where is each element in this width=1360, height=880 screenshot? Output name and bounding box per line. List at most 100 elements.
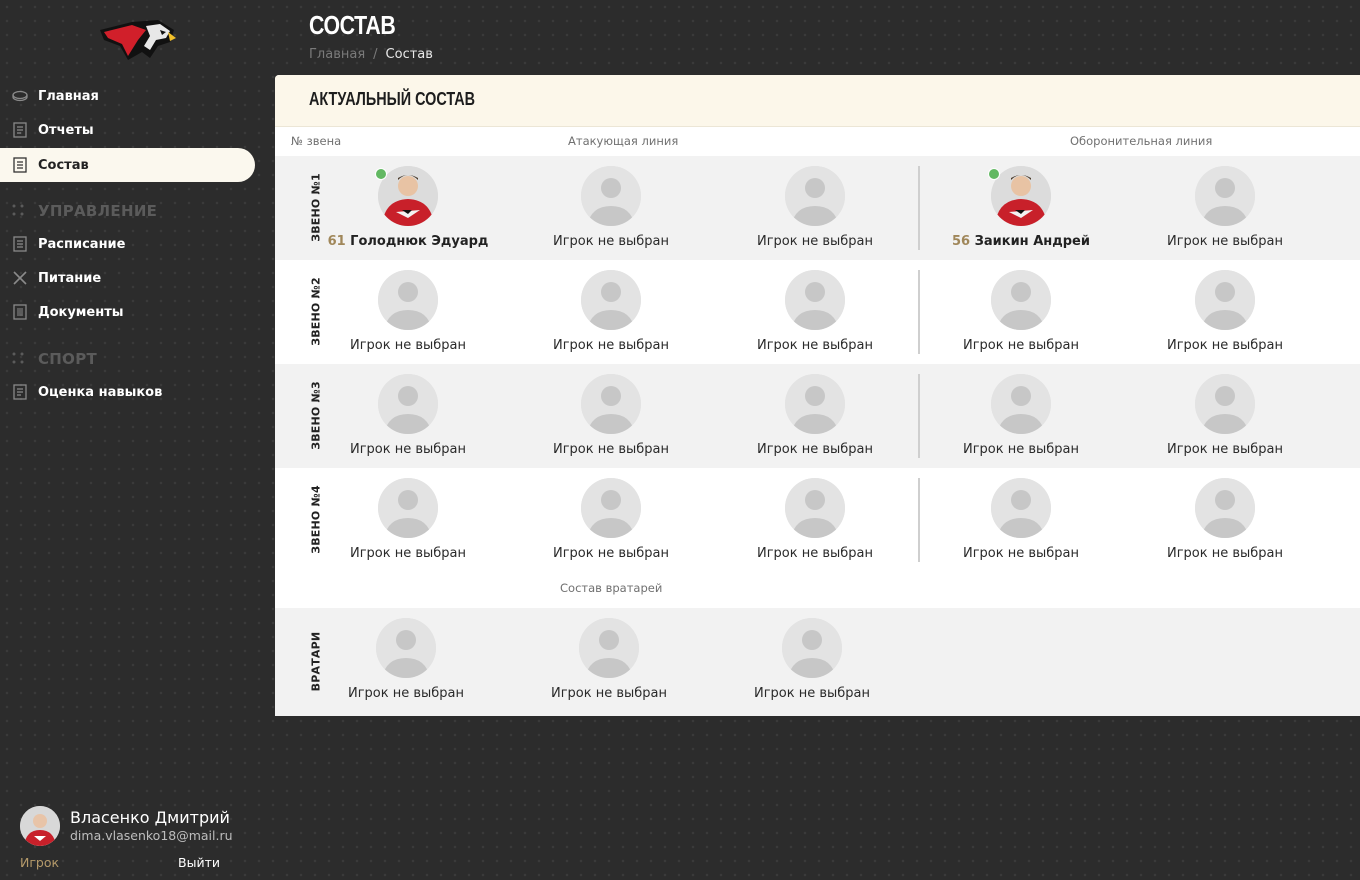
nav-item-food[interactable]: Питание — [0, 261, 255, 295]
logout-button[interactable]: Выйти — [178, 855, 220, 870]
nav-item-schedule[interactable]: Расписание — [0, 227, 255, 261]
skills-icon — [12, 384, 28, 400]
breadcrumb: Главная / Состав — [309, 47, 433, 62]
empty-slot-label: Игрок не выбран — [349, 338, 467, 353]
attack-defense-divider — [918, 478, 920, 562]
placeholder-avatar-icon — [1195, 166, 1255, 226]
empty-slot-label: Игрок не выбран — [347, 686, 465, 701]
player-slot[interactable]: 56 Заикин Андрей — [931, 166, 1111, 256]
schedule-icon — [12, 236, 28, 252]
nav-item-documents[interactable]: Документы — [0, 295, 255, 329]
nav-item-label: Главная — [38, 88, 99, 104]
empty-slot-label: Игрок не выбран — [756, 546, 874, 561]
empty-slot-label: Игрок не выбран — [1166, 546, 1284, 561]
empty-player-slot[interactable]: Игрок не выбран — [521, 166, 701, 256]
empty-slot-label: Игрок не выбран — [1166, 442, 1284, 457]
empty-slot-label: Игрок не выбран — [753, 686, 871, 701]
hockey-puck-icon — [12, 88, 28, 104]
empty-player-slot[interactable]: Игрок не выбран — [725, 478, 905, 568]
attack-defense-divider — [918, 166, 920, 250]
placeholder-avatar-icon — [991, 270, 1051, 330]
placeholder-avatar-icon — [785, 478, 845, 538]
player-slot[interactable]: 61 Голоднюк Эдуард — [318, 166, 498, 256]
placeholder-avatar-icon — [991, 374, 1051, 434]
nav-item-label: Документы — [38, 304, 124, 320]
placeholder-avatar-icon — [991, 478, 1051, 538]
placeholder-avatar-icon — [581, 478, 641, 538]
player-caption: 61 Голоднюк Эдуард — [318, 234, 498, 249]
placeholder-avatar-icon — [785, 270, 845, 330]
nav-item-label: Оценка навыков — [38, 384, 163, 400]
empty-slot-label: Игрок не выбран — [550, 686, 668, 701]
empty-player-slot[interactable]: Игрок не выбран — [1135, 166, 1315, 256]
placeholder-avatar-icon — [581, 166, 641, 226]
col-header-attack: Атакующая линия — [568, 134, 679, 148]
empty-player-slot[interactable]: Игрок не выбран — [521, 478, 701, 568]
roster-icon — [12, 157, 28, 173]
placeholder-avatar-icon — [378, 478, 438, 538]
breadcrumb-separator: / — [373, 47, 378, 62]
attack-defense-divider — [918, 374, 920, 458]
col-header-goalies: Состав вратарей — [560, 581, 663, 595]
line-row: ЗВЕНО №2 Игрок не выбран Игрок не выбран Иг… — [275, 260, 1360, 364]
goalie-row: ВРАТАРИ Игрок не выбран Игрок не выбран Игр… — [275, 608, 1360, 716]
empty-player-slot[interactable]: Игрок не выбран — [318, 478, 498, 568]
nav-item-reports[interactable]: Отчеты — [0, 113, 255, 147]
empty-player-slot[interactable]: Игрок не выбран — [1135, 374, 1315, 464]
line-row: ЗВЕНО №3 Игрок не выбран Игрок не выбран Иг… — [275, 364, 1360, 468]
empty-player-slot[interactable]: Игрок не выбран — [725, 270, 905, 360]
empty-player-slot[interactable]: Игрок не выбран — [931, 270, 1111, 360]
col-header-defense: Оборонительная линия — [1070, 134, 1213, 148]
empty-slot-label: Игрок не выбран — [756, 338, 874, 353]
placeholder-avatar-icon — [579, 618, 639, 678]
empty-player-slot[interactable]: Игрок не выбран — [519, 618, 699, 708]
nav-item-label: Состав — [38, 157, 89, 173]
empty-player-slot[interactable]: Игрок не выбран — [1135, 478, 1315, 568]
placeholder-avatar-icon — [785, 374, 845, 434]
online-status-indicator — [988, 168, 1000, 180]
empty-player-slot[interactable]: Игрок не выбран — [1135, 270, 1315, 360]
nav-item-label: Расписание — [38, 236, 126, 252]
team-logo[interactable] — [98, 16, 178, 64]
empty-slot-label: Игрок не выбран — [552, 338, 670, 353]
nav-item-label: Отчеты — [38, 122, 94, 138]
empty-slot-label: Игрок не выбран — [962, 546, 1080, 561]
user-role: Игрок — [20, 855, 60, 870]
section-manage: УПРАВЛЕНИЕ — [12, 199, 157, 223]
empty-slot-label: Игрок не выбран — [1166, 338, 1284, 353]
placeholder-avatar-icon — [581, 374, 641, 434]
empty-slot-label: Игрок не выбран — [349, 546, 467, 561]
placeholder-avatar-icon — [1195, 478, 1255, 538]
empty-player-slot[interactable]: Игрок не выбран — [521, 374, 701, 464]
player-number: 61 — [327, 234, 346, 249]
empty-slot-label: Игрок не выбран — [552, 546, 670, 561]
section-label: УПРАВЛЕНИЕ — [38, 202, 158, 220]
line-row: ЗВЕНО №1 61 Голоднюк Эдуард Игрок не выбра… — [275, 156, 1360, 260]
empty-player-slot[interactable]: Игрок не выбран — [722, 618, 902, 708]
empty-player-slot[interactable]: Игрок не выбран — [931, 374, 1111, 464]
empty-slot-label: Игрок не выбран — [349, 442, 467, 457]
nav-item-home[interactable]: Главная — [0, 79, 255, 113]
breadcrumb-home[interactable]: Главная — [309, 47, 365, 62]
roster-card: АКТУАЛЬНЫЙ СОСТАВ № звена Атакующая лини… — [275, 75, 1360, 716]
attack-defense-divider — [918, 270, 920, 354]
empty-player-slot[interactable]: Игрок не выбран — [725, 166, 905, 256]
line-row: ЗВЕНО №4 Игрок не выбран Игрок не выбран Иг… — [275, 468, 1360, 572]
section-label: СПОРТ — [38, 350, 98, 368]
nav-item-skills[interactable]: Оценка навыков — [0, 375, 255, 409]
empty-player-slot[interactable]: Игрок не выбран — [521, 270, 701, 360]
player-photo — [991, 166, 1051, 226]
empty-slot-label: Игрок не выбран — [552, 442, 670, 457]
player-name: Голоднюк Эдуард — [345, 234, 489, 249]
empty-player-slot[interactable]: Игрок не выбран — [931, 478, 1111, 568]
placeholder-avatar-icon — [785, 166, 845, 226]
col-header-line-no: № звена — [291, 134, 342, 148]
empty-player-slot[interactable]: Игрок не выбран — [318, 270, 498, 360]
empty-player-slot[interactable]: Игрок не выбран — [725, 374, 905, 464]
avatar[interactable] — [20, 806, 60, 846]
empty-player-slot[interactable]: Игрок не выбран — [316, 618, 496, 708]
empty-slot-label: Игрок не выбран — [552, 234, 670, 249]
nav-item-roster[interactable]: Состав — [0, 148, 255, 182]
goalie-header: Состав вратарей — [275, 571, 1360, 608]
empty-player-slot[interactable]: Игрок не выбран — [318, 374, 498, 464]
